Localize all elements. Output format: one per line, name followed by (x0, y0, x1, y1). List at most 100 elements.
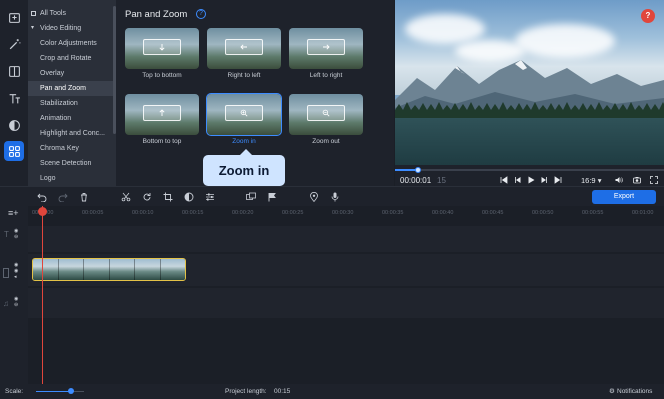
category-overlay[interactable]: Overlay (28, 66, 116, 81)
zoom-in-tooltip: Zoom in (203, 155, 285, 186)
ruler-tick: 00:00:55 (582, 210, 604, 216)
play-icon[interactable] (526, 175, 536, 185)
ruler-tick: 00:00:05 (82, 210, 104, 216)
grid-icon (31, 11, 36, 16)
effect-label: Top to bottom (142, 72, 182, 79)
seek-track[interactable] (395, 169, 664, 171)
help-badge[interactable]: ? (641, 9, 655, 23)
go-to-start-icon[interactable] (499, 175, 509, 185)
timeline-ruler[interactable]: 00:00:00 00:00:05 00:00:10 00:00:15 00:0… (28, 206, 664, 220)
effects-title: Pan and Zoom (125, 9, 188, 20)
volume-icon[interactable] (614, 175, 624, 185)
ruler-tick: 00:00:15 (182, 210, 204, 216)
audio-track-icon: ♫ (3, 299, 9, 308)
category-color-adjustments[interactable]: Color Adjustments (28, 36, 116, 51)
category-crop-and-rotate[interactable]: Crop and Rotate (28, 51, 116, 66)
category-all-tools[interactable]: All Tools (28, 6, 116, 21)
effect-bottom-to-top[interactable] (125, 94, 199, 135)
edit-toolbar (0, 186, 664, 206)
video-clip[interactable] (32, 258, 186, 281)
next-frame-icon[interactable] (539, 175, 549, 185)
undo-icon[interactable] (37, 192, 47, 202)
effect-label: Right to left (227, 72, 261, 79)
effect-label: Bottom to top (142, 138, 182, 145)
category-highlight-and-conceal[interactable]: Highlight and Conc... (28, 126, 116, 141)
import-icon[interactable] (4, 7, 24, 27)
cut-icon[interactable] (121, 192, 131, 202)
filters-icon[interactable] (4, 115, 24, 135)
effect-label-selected: Zoom in (232, 138, 256, 145)
category-animation[interactable]: Animation (28, 111, 116, 126)
delete-icon[interactable] (79, 192, 89, 202)
redo-icon[interactable] (58, 192, 68, 202)
microphone-icon[interactable] (330, 192, 340, 202)
track-headers: ≡+ T ◉ ⊖ ◉ ◉ ◂ ♫ ◉ ⊖ (0, 206, 28, 384)
text-track-toggles[interactable]: ◉ ⊖ (14, 228, 18, 240)
more-tools-icon[interactable] (4, 141, 24, 161)
export-button[interactable]: Export (592, 190, 656, 204)
scale-slider-handle[interactable] (68, 388, 74, 394)
crop-icon[interactable] (163, 192, 173, 202)
previous-frame-icon[interactable] (513, 175, 523, 185)
settings-sliders-icon[interactable] (205, 192, 215, 202)
ruler-tick: 00:00:35 (382, 210, 404, 216)
category-chroma-key[interactable]: Chroma Key (28, 141, 116, 156)
video-preview[interactable] (395, 0, 664, 165)
overlay-icon[interactable] (246, 192, 256, 202)
category-video-editing[interactable]: ▾ Video Editing (28, 21, 116, 36)
marker-icon[interactable] (309, 192, 319, 202)
status-bar: Scale: Project length: 00:15 ⚙ Notificat… (0, 384, 664, 399)
effect-left-to-right[interactable] (289, 28, 363, 69)
ruler-tick: 00:00:40 (432, 210, 454, 216)
effect-right-to-left[interactable] (207, 28, 281, 69)
effect-top-to-bottom[interactable] (125, 28, 199, 69)
ruler-tick: 00:00:20 (232, 210, 254, 216)
add-track-icon[interactable]: ≡+ (8, 208, 19, 218)
current-time: 00:00:01 (400, 176, 432, 185)
category-logo[interactable]: Logo (28, 171, 116, 186)
seek-fill (395, 169, 417, 171)
ruler-tick: 00:00:45 (482, 210, 504, 216)
effect-zoom-out[interactable] (289, 94, 363, 135)
tools-category-panel: All Tools ▾ Video Editing Color Adjustme… (28, 0, 116, 186)
tool-rail (0, 0, 28, 186)
audio-track-toggles[interactable]: ◉ ⊖ (14, 296, 18, 308)
category-scene-detection[interactable]: Scene Detection (28, 156, 116, 171)
audio-track[interactable] (28, 288, 664, 318)
effect-label: Zoom out (312, 138, 340, 145)
go-to-end-icon[interactable] (553, 175, 563, 185)
rotate-icon[interactable] (142, 192, 152, 202)
ruler-tick: 00:01:00 (632, 210, 654, 216)
notifications-link[interactable]: Notifications (617, 388, 652, 395)
effect-zoom-in[interactable] (206, 93, 282, 136)
project-length-label: Project length: (225, 388, 267, 395)
text-track[interactable] (28, 226, 664, 252)
video-track-icon (3, 268, 9, 278)
ruler-tick: 00:00:25 (282, 210, 304, 216)
playhead[interactable] (42, 206, 43, 384)
magic-wand-icon[interactable] (4, 34, 24, 54)
seek-handle[interactable] (415, 167, 421, 173)
ruler-tick: 00:00:50 (532, 210, 554, 216)
app-window: All Tools ▾ Video Editing Color Adjustme… (0, 0, 664, 399)
category-pan-and-zoom[interactable]: Pan and Zoom (28, 81, 116, 96)
playhead-handle[interactable] (38, 207, 47, 216)
snapshot-icon[interactable] (632, 175, 642, 185)
color-adjust-icon[interactable] (184, 192, 194, 202)
scale-label: Scale: (5, 388, 24, 395)
help-icon[interactable]: ? (196, 9, 206, 19)
video-track-toggles[interactable]: ◉ ◉ ◂ (14, 262, 18, 280)
flag-icon[interactable] (267, 192, 277, 202)
effect-label: Left to right (309, 72, 343, 79)
transitions-icon[interactable] (4, 61, 24, 81)
project-length-value: 00:15 (274, 388, 291, 395)
titles-icon[interactable] (4, 88, 24, 108)
ruler-tick: 00:00:10 (132, 210, 154, 216)
zoom-in-icon (240, 109, 248, 117)
scale-slider-fill (36, 391, 71, 392)
fullscreen-icon[interactable] (649, 175, 659, 185)
arrow-right-icon (323, 44, 330, 50)
category-stabilization[interactable]: Stabilization (28, 96, 116, 111)
bell-icon[interactable]: ⚙ (609, 387, 615, 395)
aspect-ratio-select[interactable]: 16:9 ▾ (581, 176, 601, 185)
